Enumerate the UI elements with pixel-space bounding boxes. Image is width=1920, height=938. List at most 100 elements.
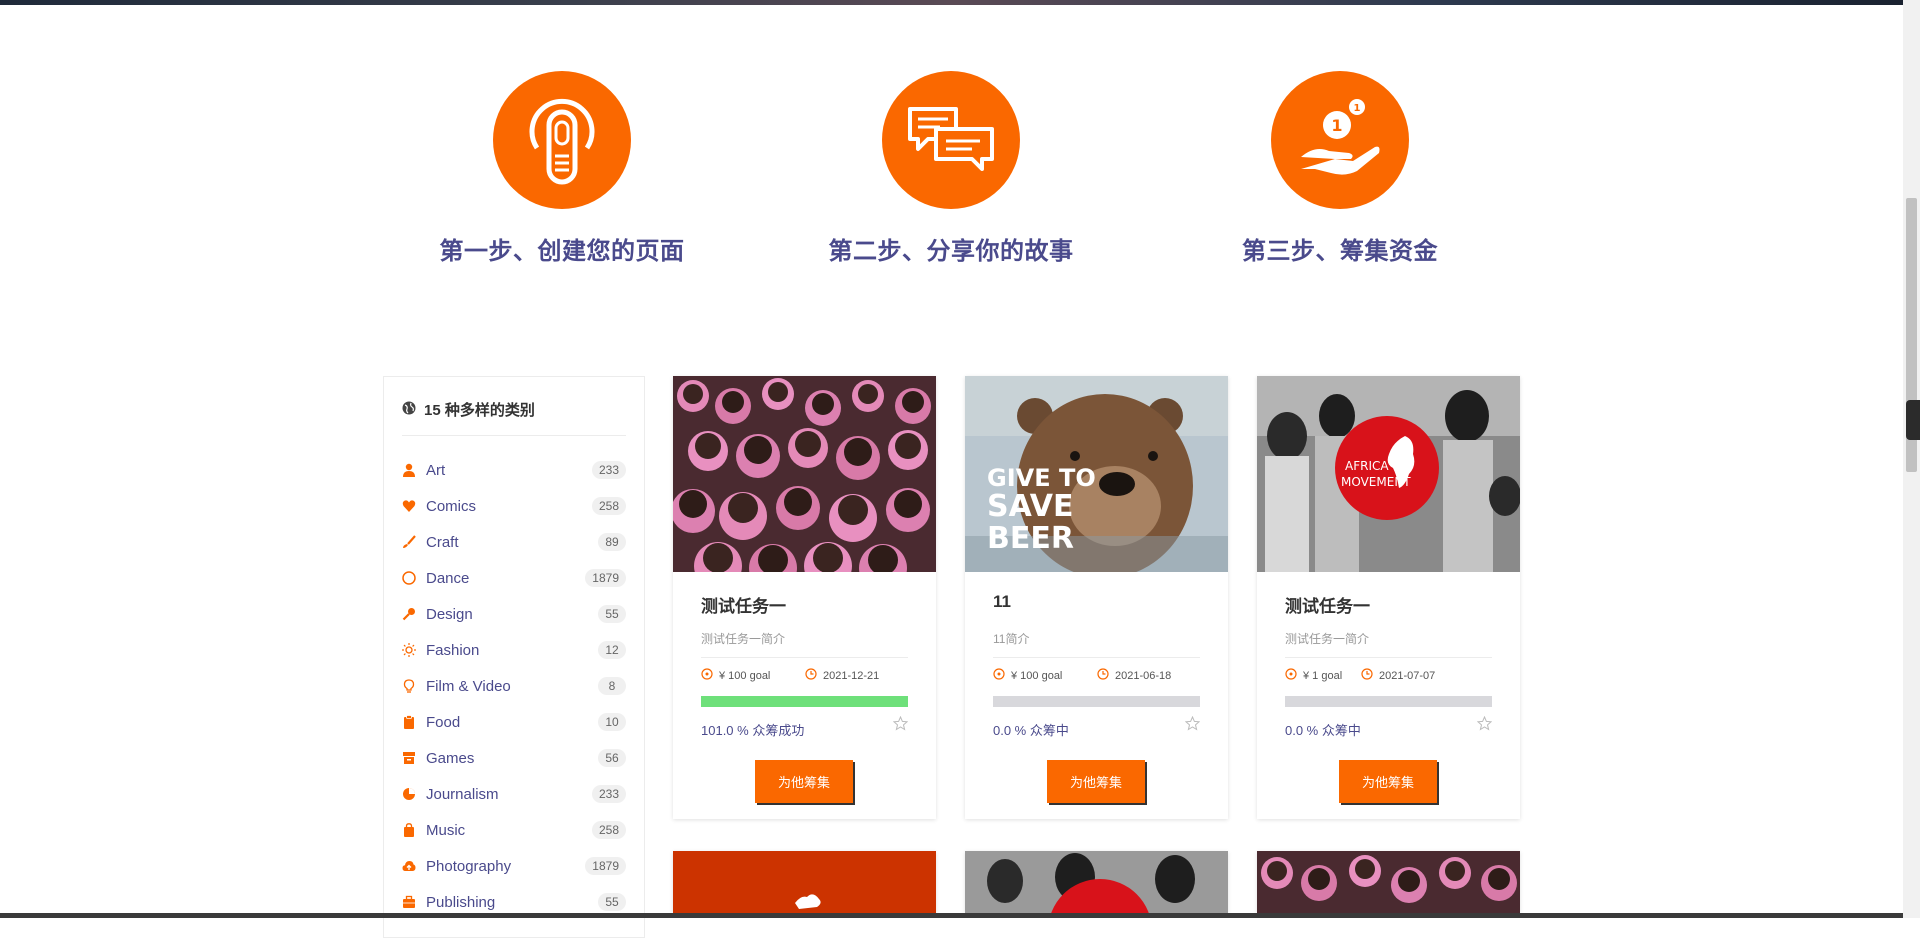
target-icon	[701, 668, 713, 683]
step-title: 第一步、创建您的页面	[439, 237, 685, 265]
funding-status: 101.0 % 众筹成功	[701, 723, 805, 738]
star-icon[interactable]	[892, 715, 909, 736]
svg-text:BEER: BEER	[987, 521, 1074, 556]
target-icon	[1285, 668, 1297, 683]
heart-icon	[402, 499, 416, 513]
project-title[interactable]: 测试任务一	[701, 592, 786, 617]
category-film-video[interactable]: Film & Video 8	[402, 674, 626, 698]
clock-icon	[1097, 668, 1109, 683]
category-count: 1879	[585, 857, 626, 875]
project-card[interactable]	[673, 851, 936, 913]
sun-icon	[402, 643, 416, 657]
star-icon[interactable]	[1476, 715, 1493, 736]
category-label: Fashion	[426, 641, 480, 659]
svg-text:SAVE: SAVE	[987, 489, 1074, 524]
key-icon	[402, 607, 416, 621]
category-label: Comics	[426, 497, 477, 515]
project-image[interactable]	[673, 851, 936, 913]
category-dance[interactable]: Dance 1879	[402, 566, 626, 590]
page-scrollbar[interactable]	[1903, 0, 1920, 918]
step-title: 第三步、筹集资金	[1242, 237, 1438, 265]
category-count: 10	[598, 713, 626, 731]
clock-icon	[805, 668, 817, 683]
project-image[interactable]	[673, 376, 936, 572]
project-description: 测试任务一简介	[701, 632, 786, 646]
project-card[interactable]: GIVE TO SAVE BEER 11 11简介 ¥ 100 goal 202…	[965, 376, 1228, 819]
category-count: 55	[598, 605, 626, 623]
project-card[interactable]	[1257, 851, 1520, 913]
category-label: Photography	[426, 857, 512, 875]
project-card[interactable]	[965, 851, 1228, 913]
cloud-upload-icon	[402, 859, 416, 873]
project-date: 2021-06-18	[1097, 668, 1171, 683]
category-count: 56	[598, 749, 626, 767]
sidebar-header: 15 种多样的类别	[402, 399, 626, 436]
category-count: 12	[598, 641, 626, 659]
star-icon[interactable]	[1184, 715, 1201, 736]
category-label: Dance	[426, 569, 470, 587]
category-sidebar: 15 种多样的类别 Art 233 Comics 258 Craft 89 Da…	[383, 376, 645, 938]
category-count: 233	[591, 785, 626, 803]
fund-button[interactable]: 为他筹集	[755, 760, 853, 803]
fund-button[interactable]: 为他筹集	[1339, 760, 1437, 803]
brush-icon	[402, 535, 416, 549]
category-art[interactable]: Art 233	[402, 458, 626, 482]
svg-text:1: 1	[1331, 116, 1342, 135]
divider	[993, 657, 1200, 658]
lightbulb-icon	[402, 679, 416, 693]
chat-icon	[882, 71, 1020, 209]
project-image[interactable]	[1257, 851, 1520, 913]
step-raise-funds: 1 1 第三步、筹集资金	[1190, 71, 1490, 266]
category-music[interactable]: Music 258	[402, 818, 626, 842]
funding-status: 0.0 % 众筹中	[993, 723, 1069, 738]
project-title[interactable]: 测试任务一	[1285, 592, 1370, 617]
category-count: 8	[598, 677, 626, 695]
clipboard-icon	[402, 715, 416, 729]
category-comics[interactable]: Comics 258	[402, 494, 626, 518]
category-label: Publishing	[426, 893, 496, 911]
category-journalism[interactable]: Journalism 233	[402, 782, 626, 806]
archive-icon	[402, 751, 416, 765]
divider	[1285, 657, 1492, 658]
category-fashion[interactable]: Fashion 12	[402, 638, 626, 662]
touch-icon	[493, 71, 631, 209]
category-count: 258	[591, 497, 626, 515]
project-goal: ¥ 100 goal	[701, 668, 770, 683]
progress-bar	[701, 696, 908, 707]
project-card[interactable]: 测试任务一 测试任务一简介 ¥ 100 goal 2021-12-21 101.…	[673, 376, 936, 819]
category-publishing[interactable]: Publishing 55	[402, 890, 626, 914]
globe-icon	[402, 401, 416, 419]
project-image[interactable]: AFRICA MOVEMENT	[1257, 376, 1520, 572]
category-count: 55	[598, 893, 626, 911]
project-date: 2021-12-21	[805, 668, 879, 683]
briefcase-icon	[402, 895, 416, 909]
project-image[interactable]: GIVE TO SAVE BEER	[965, 376, 1228, 572]
project-title[interactable]: 11	[993, 592, 1011, 612]
category-count: 89	[598, 533, 626, 551]
side-panel-toggle[interactable]	[1906, 400, 1920, 440]
clock-icon	[1361, 668, 1373, 683]
coin-hand-icon: 1 1	[1271, 71, 1409, 209]
category-design[interactable]: Design 55	[402, 602, 626, 626]
category-label: Journalism	[426, 785, 499, 803]
sidebar-title: 15 种多样的类别	[424, 402, 535, 419]
fund-button[interactable]: 为他筹集	[1047, 760, 1145, 803]
step-create-page: 第一步、创建您的页面	[412, 71, 712, 266]
category-games[interactable]: Games 56	[402, 746, 626, 770]
category-label: Film & Video	[426, 677, 511, 695]
category-craft[interactable]: Craft 89	[402, 530, 626, 554]
svg-text:AFRICA: AFRICA	[1345, 459, 1389, 473]
step-title: 第二步、分享你的故事	[828, 237, 1074, 265]
category-label: Food	[426, 713, 461, 731]
category-photography[interactable]: Photography 1879	[402, 854, 626, 878]
project-goal: ¥ 1 goal	[1285, 668, 1342, 683]
category-label: Design	[426, 605, 473, 623]
project-image[interactable]	[965, 851, 1228, 913]
category-food[interactable]: Food 10	[402, 710, 626, 734]
svg-text:GIVE TO: GIVE TO	[987, 464, 1096, 492]
category-count: 258	[591, 821, 626, 839]
category-count: 233	[591, 461, 626, 479]
shopping-bag-icon	[402, 823, 416, 837]
project-card[interactable]: AFRICA MOVEMENT 测试任务一 测试任务一简介 ¥ 1 goal 2…	[1257, 376, 1520, 819]
svg-text:1: 1	[1354, 103, 1361, 114]
